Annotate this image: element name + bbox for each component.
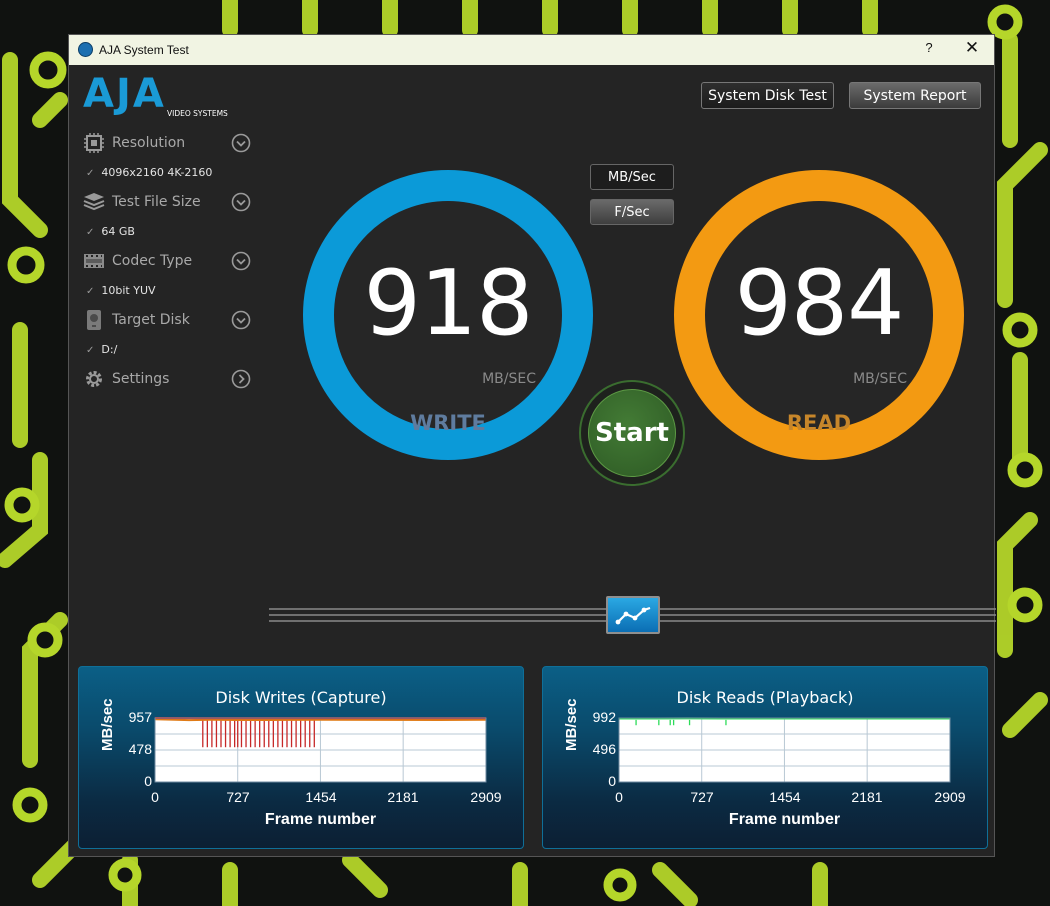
window-title: AJA System Test <box>99 43 189 57</box>
start-button[interactable]: Start <box>588 389 676 477</box>
film-icon <box>84 254 104 268</box>
sidebar-label-target-disk: Target Disk <box>112 312 190 328</box>
system-disk-test-button[interactable]: System Disk Test <box>701 82 834 109</box>
read-unit: MB/SEC <box>853 371 907 387</box>
mb-per-sec-button[interactable]: MB/Sec <box>590 164 674 190</box>
aja-logo: AJA VIDEO SYSTEMS <box>83 75 228 117</box>
chevron-down-icon[interactable] <box>231 192 251 212</box>
sidebar-value-test-file-size: ✓ 64 GB <box>86 225 135 238</box>
sidebar-label-test-file-size: Test File Size <box>112 194 201 210</box>
read-gauge: 984 MB/SEC READ <box>674 170 964 460</box>
series-line <box>154 718 487 722</box>
write-value: 918 <box>363 251 534 356</box>
aja-app-icon <box>78 42 93 57</box>
sidebar-value-codec-type: ✓ 10bit YUV <box>86 284 156 297</box>
codec-type-value: 10bit YUV <box>101 284 156 297</box>
write-gauge: 918 MB/SEC WRITE <box>303 170 593 460</box>
checkmark-icon: ✓ <box>86 227 95 238</box>
line-graph-icon <box>615 606 651 625</box>
title-bar[interactable]: AJA System Test ? ✕ <box>69 35 994 65</box>
checkmark-icon: ✓ <box>86 286 95 297</box>
disk-writes-plot <box>154 717 487 783</box>
system-report-button[interactable]: System Report <box>849 82 981 109</box>
sidebar-label-resolution: Resolution <box>112 135 186 151</box>
disk-reads-panel: Disk Reads (Playback) MB/sec 992 496 0 0… <box>542 666 988 849</box>
write-label: WRITE <box>410 411 486 435</box>
sidebar-label-codec-type: Codec Type <box>112 253 193 269</box>
close-button[interactable]: ✕ <box>962 38 982 58</box>
disk-reads-plot <box>618 717 951 783</box>
checkmark-icon: ✓ <box>86 345 95 356</box>
sidebar-value-resolution: ✓ 4096x2160 4K-2160 <box>86 166 212 179</box>
layers-icon <box>83 193 105 211</box>
gear-icon <box>86 371 102 387</box>
target-disk-value: D:/ <box>101 343 118 356</box>
logo-subtext: VIDEO SYSTEMS <box>167 109 228 117</box>
chevron-right-icon[interactable] <box>231 369 251 389</box>
help-button[interactable]: ? <box>921 40 937 55</box>
start-button-ring: Start <box>579 380 685 486</box>
disk-writes-panel: Disk Writes (Capture) MB/sec 957 478 0 0… <box>78 666 524 849</box>
sidebar-value-target-disk: ✓ D:/ <box>86 343 117 356</box>
chevron-down-icon[interactable] <box>231 133 251 153</box>
graph-toggle-button[interactable] <box>606 596 660 634</box>
frames-per-sec-button[interactable]: F/Sec <box>590 199 674 225</box>
sidebar-label-settings: Settings <box>112 371 170 387</box>
chevron-down-icon[interactable] <box>231 251 251 271</box>
chevron-down-icon[interactable] <box>231 310 251 330</box>
test-file-size-value: 64 GB <box>101 225 135 238</box>
logo-text: AJA <box>83 75 166 117</box>
read-value: 984 <box>734 251 905 356</box>
app-window: AJA System Test ? ✕ AJA VIDEO SYSTEMS Sy… <box>68 34 996 857</box>
read-label: READ <box>786 411 852 435</box>
resolution-value: 4096x2160 4K-2160 <box>101 166 213 179</box>
checkmark-icon: ✓ <box>86 168 95 179</box>
disk-icon <box>87 310 101 330</box>
write-unit: MB/SEC <box>482 371 536 387</box>
chip-icon <box>84 133 104 153</box>
